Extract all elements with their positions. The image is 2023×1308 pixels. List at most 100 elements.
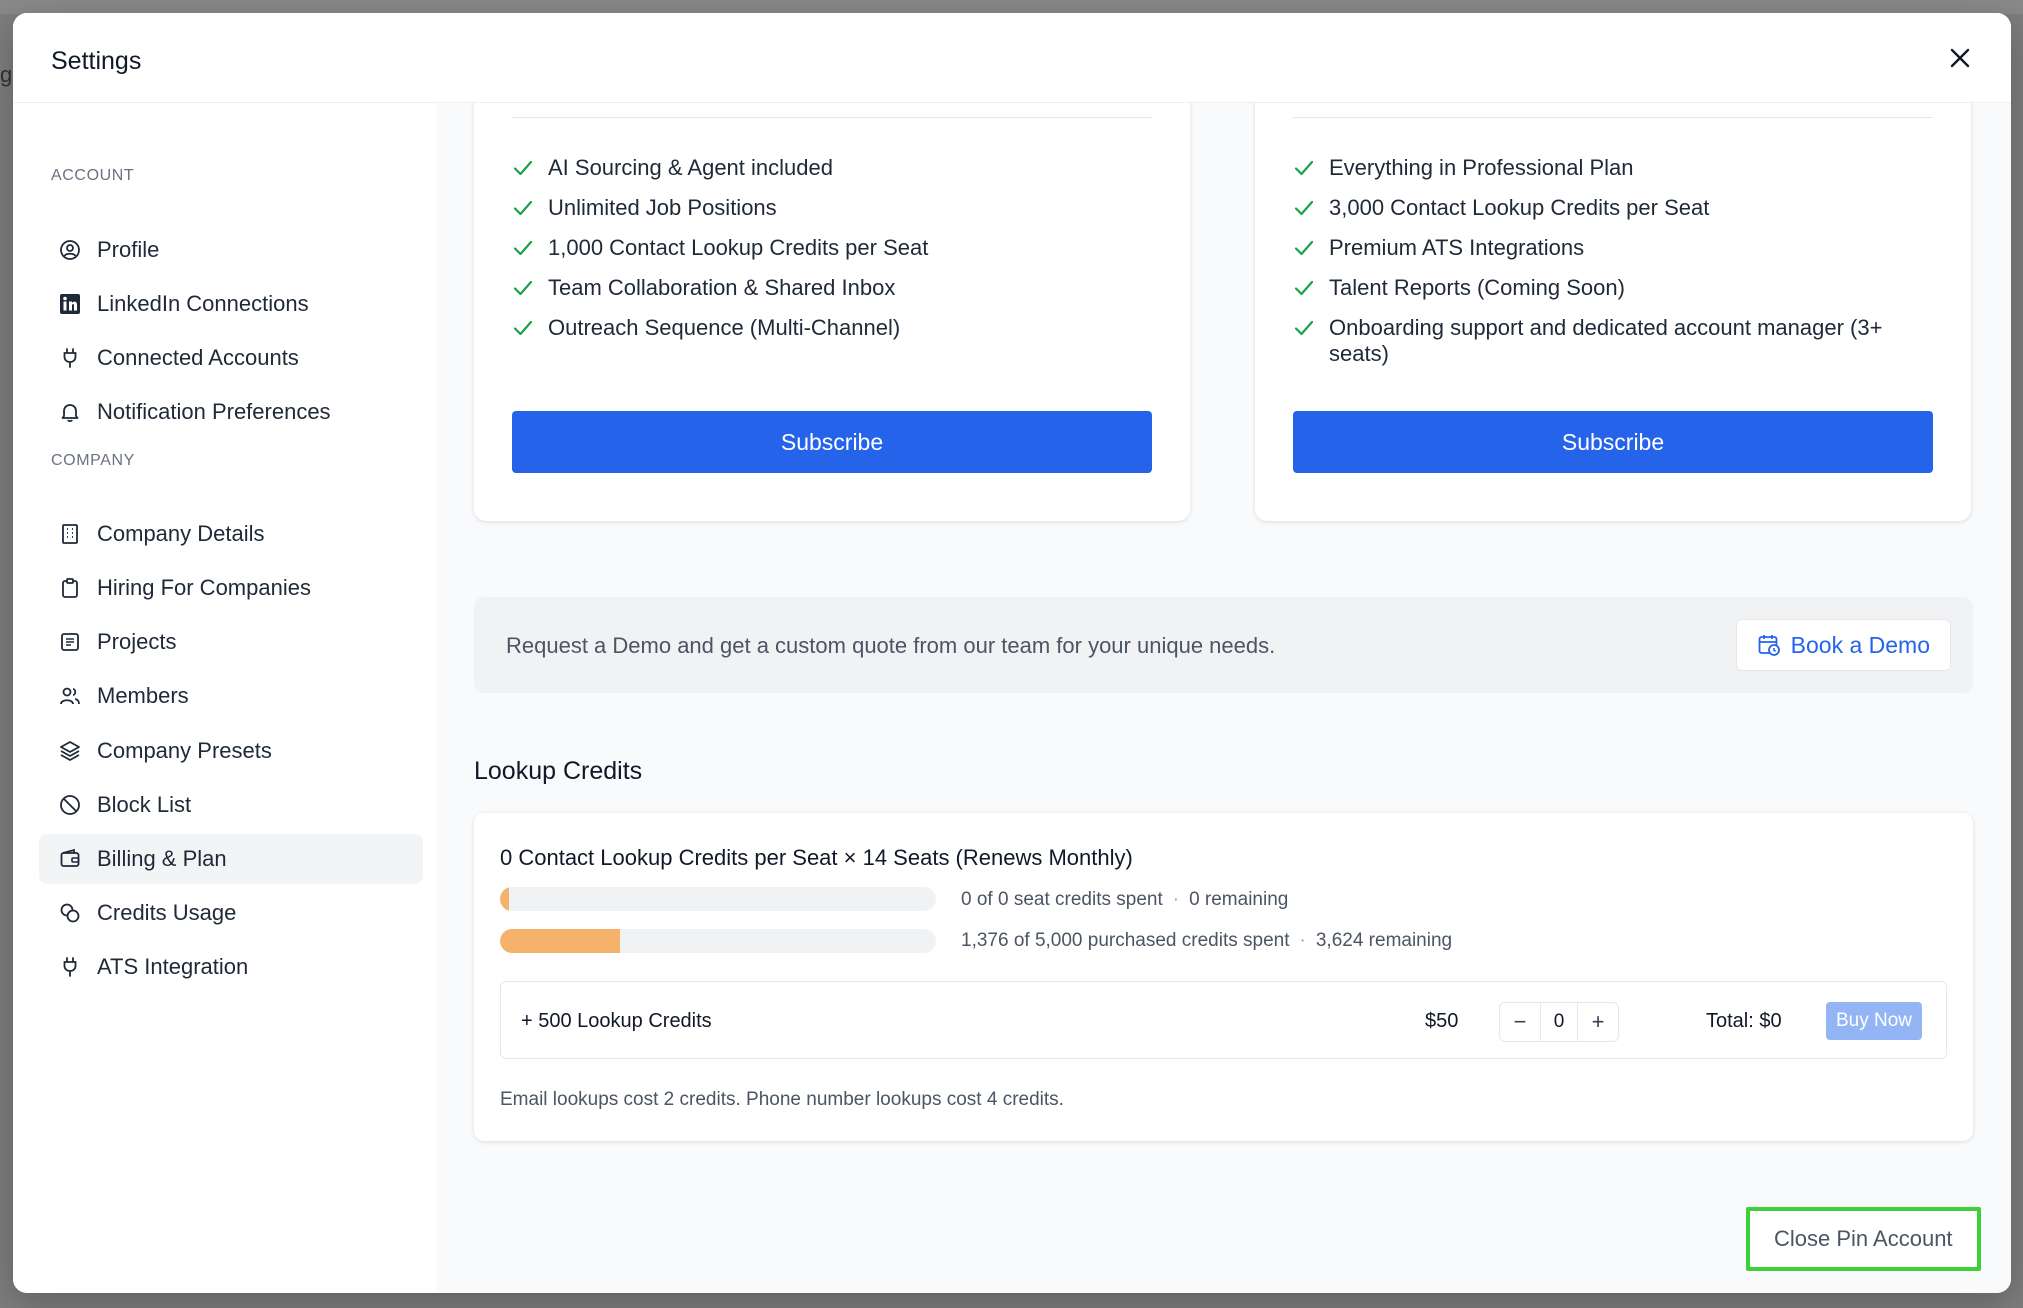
subscribe-button[interactable]: Subscribe (512, 411, 1152, 473)
sidebar-item-label: Company Presets (97, 738, 272, 763)
plan-feature: Unlimited Job Positions (512, 195, 1152, 221)
plan-feature-label: Onboarding support and dedicated account… (1329, 315, 1883, 366)
plan-feature-label: 1,000 Contact Lookup Credits per Seat (548, 235, 929, 260)
lookup-credits-card: 0 Contact Lookup Credits per Seat × 14 S… (474, 813, 1973, 1141)
modal-title: Settings (51, 47, 142, 75)
background-topbar (0, 0, 2023, 14)
linkedin-icon (59, 293, 81, 315)
check-icon (513, 240, 533, 256)
check-icon (513, 200, 533, 216)
sidebar-item-company-presets[interactable]: Company Presets (39, 726, 423, 776)
check-icon (513, 160, 533, 176)
seat-credits-status: 0 of 0 seat credits spent · 0 remaining (961, 889, 1288, 911)
demo-banner: Request a Demo and get a custom quote fr… (474, 597, 1973, 693)
sidebar-item-ats-integration[interactable]: ATS Integration (39, 942, 423, 992)
bell-icon (59, 401, 81, 423)
plan-feature: Premium ATS Integrations (1293, 235, 1933, 261)
seat-credits-progress (500, 887, 936, 911)
sidebar-item-projects[interactable]: Projects (39, 617, 423, 667)
book-demo-label: Book a Demo (1790, 631, 1930, 658)
credits-heading: 0 Contact Lookup Credits per Seat × 14 S… (500, 845, 1133, 870)
sidebar-item-linkedin-connections[interactable]: LinkedIn Connections (39, 279, 423, 329)
user-circle-icon (59, 239, 81, 261)
subscribe-button[interactable]: Subscribe (1293, 411, 1933, 473)
sidebar-item-label: Projects (97, 629, 177, 654)
decrement-button[interactable]: − (1500, 1003, 1540, 1041)
sidebar-item-connected-accounts[interactable]: Connected Accounts (39, 333, 423, 383)
purchased-credits-remaining: 3,624 remaining (1315, 930, 1453, 951)
sidebar-item-block-list[interactable]: Block List (39, 780, 423, 830)
plan-feature: 3,000 Contact Lookup Credits per Seat (1293, 195, 1933, 221)
block-icon (59, 794, 81, 816)
purchased-credits-status: 1,376 of 5,000 purchased credits spent · 3… (961, 930, 1452, 952)
plan-card-enterprise: Everything in Professional Plan 3,000 Co… (1255, 103, 1971, 521)
plan-feature: Onboarding support and dedicated account… (1293, 315, 1933, 367)
demo-text: Request a Demo and get a custom quote fr… (506, 633, 1276, 658)
section-label-account: ACCOUNT (51, 167, 135, 184)
buy-total: Total: $0 (1706, 1010, 1782, 1032)
book-demo-button[interactable]: Book a Demo (1735, 619, 1951, 671)
sidebar-item-billing-plan[interactable]: Billing & Plan (39, 834, 423, 884)
sidebar-item-label: Profile (97, 237, 160, 262)
sidebar-item-label: Connected Accounts (97, 345, 299, 370)
sidebar-item-label: Billing & Plan (97, 846, 227, 871)
plan-feature-label: Everything in Professional Plan (1329, 155, 1634, 180)
coins-icon (59, 902, 81, 924)
sidebar-item-label: Block List (97, 792, 192, 817)
sidebar-item-label: Members (97, 683, 189, 708)
increment-button[interactable]: + (1578, 1003, 1618, 1041)
sidebar-item-label: LinkedIn Connections (97, 291, 309, 316)
section-label-company: COMPANY (51, 452, 135, 469)
sidebar-item-credits-usage[interactable]: Credits Usage (39, 888, 423, 938)
layers-icon (59, 740, 81, 762)
sidebar-item-label: ATS Integration (97, 954, 249, 979)
sidebar-item-company-details[interactable]: Company Details (39, 509, 423, 559)
sidebar-item-label: Company Details (97, 521, 265, 546)
buy-credits-label: + 500 Lookup Credits (521, 1010, 712, 1032)
sidebar-item-label: Hiring For Companies (97, 575, 311, 600)
seat-credits-remaining: 0 remaining (1189, 889, 1289, 910)
sidebar-item-members[interactable]: Members (39, 671, 423, 721)
plan-feature: Talent Reports (Coming Soon) (1293, 275, 1933, 301)
check-icon (1294, 240, 1314, 256)
plan-feature: 1,000 Contact Lookup Credits per Seat (512, 235, 1152, 261)
list-doc-icon (59, 631, 81, 653)
plan-feature-label: AI Sourcing & Agent included (548, 155, 833, 180)
plan-divider (1293, 117, 1933, 118)
quantity-stepper: − 0 + (1499, 1002, 1619, 1042)
quantity-value[interactable]: 0 (1540, 1003, 1578, 1041)
sidebar-item-hiring-for-companies[interactable]: Hiring For Companies (39, 563, 423, 613)
close-icon[interactable] (1945, 43, 1975, 73)
settings-modal: Settings ACCOUNT Profile LinkedIn Connec… (13, 13, 2011, 1293)
purchased-credits-spent: 1,376 of 5,000 purchased credits spent (961, 930, 1290, 951)
sidebar-item-label: Credits Usage (97, 900, 237, 925)
sidebar-item-profile[interactable]: Profile (39, 225, 423, 275)
buy-credits-price: $50 (1425, 1010, 1459, 1032)
plug-icon (59, 956, 81, 978)
purchased-credits-progress (500, 929, 936, 953)
modal-header: Settings (13, 13, 2011, 103)
sidebar-item-notification-preferences[interactable]: Notification Preferences (39, 387, 423, 437)
check-icon (1294, 200, 1314, 216)
check-icon (1294, 280, 1314, 296)
plan-feature: AI Sourcing & Agent included (512, 155, 1152, 181)
separator-dot: · (1299, 930, 1306, 951)
check-icon (1294, 160, 1314, 176)
plug-icon (59, 347, 81, 369)
buy-credits-row: + 500 Lookup Credits $50 − 0 + Total: $0… (500, 981, 1947, 1059)
users-icon (59, 685, 81, 707)
buy-now-button[interactable]: Buy Now (1826, 1002, 1923, 1040)
plan-feature-label: Outreach Sequence (Multi-Channel) (548, 315, 901, 340)
plan-divider (512, 117, 1152, 118)
close-account-button[interactable]: Close Pin Account (1746, 1207, 1981, 1271)
purchased-credits-progress-fill (500, 929, 620, 953)
clipboard-icon (59, 577, 81, 599)
check-icon (1294, 320, 1314, 336)
settings-sidebar: ACCOUNT Profile LinkedIn Connections Con… (13, 103, 436, 1293)
plan-card-professional: AI Sourcing & Agent included Unlimited J… (474, 103, 1190, 521)
billing-main: AI Sourcing & Agent included Unlimited J… (436, 103, 2011, 1293)
background-fragment: g (0, 62, 13, 87)
building-icon (59, 523, 81, 545)
check-icon (513, 280, 533, 296)
credits-footnote: Email lookups cost 2 credits. Phone numb… (500, 1089, 1064, 1110)
